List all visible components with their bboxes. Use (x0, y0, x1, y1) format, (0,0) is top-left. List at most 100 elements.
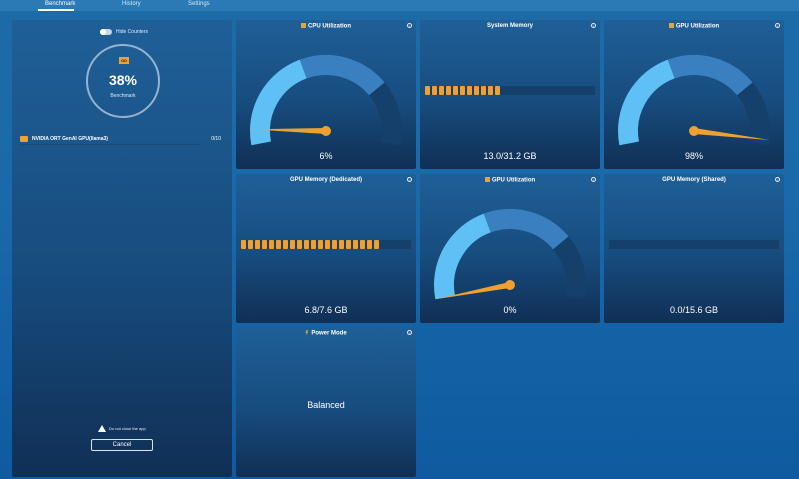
cancel-button[interactable]: Cancel (91, 439, 153, 451)
gpu-memory-dedicated-value: 6.8/7.6 GB (304, 305, 348, 315)
gauge-segment-high (736, 82, 770, 146)
memory-block (474, 86, 479, 95)
memory-block (339, 240, 344, 249)
gpu-memory-shared-title: GPU Memory (Shared) (662, 177, 726, 183)
model-row: NVIDIA ORT GenAI GPU(llama3) 0/10 (20, 135, 225, 144)
gpu-memory-shared-track (609, 240, 779, 249)
cpu-card-title: CPU Utilization (236, 23, 416, 30)
memory-block (283, 240, 288, 249)
hide-counters-toggle-row: Hide Counters (100, 28, 148, 36)
memory-block (332, 240, 337, 249)
gpu-card-title: GPU Utilization (604, 23, 784, 30)
benchmark-panel: Hide Counters OD 38% Benchmark NVIDIA OR… (12, 20, 232, 477)
memory-block (467, 86, 472, 95)
gauge-segment-mid (667, 55, 753, 96)
power-mode-card: Power Mode i Balanced (236, 327, 416, 477)
gpu-value: 98% (684, 151, 703, 161)
memory-block (360, 240, 365, 249)
tab-settings[interactable]: Settings (188, 1, 210, 7)
memory-block (325, 240, 330, 249)
gauge-segment-mid (299, 55, 385, 96)
memory-block (353, 240, 358, 249)
folder-icon (20, 136, 28, 142)
gpu-memory-dedicated-card: GPU Memory (Dedicated) i 6.8/7.6 GB (236, 174, 416, 323)
system-memory-bar (425, 86, 500, 95)
memory-block (481, 86, 486, 95)
warning-text: Do not close the app (109, 426, 146, 431)
model-progress-count: 0/10 (211, 136, 221, 142)
memory-block (374, 240, 379, 249)
hide-counters-toggle[interactable] (100, 29, 112, 35)
cpu-gauge (250, 55, 402, 146)
gauge-hub (689, 126, 699, 136)
memory-block (262, 240, 267, 249)
memory-block (439, 86, 444, 95)
model-name: NVIDIA ORT GenAI GPU(llama3) (32, 136, 108, 142)
gpu-card-title-2: GPU Utilization (420, 177, 600, 184)
hide-counters-label: Hide Counters (116, 29, 148, 35)
gauge-segment-high (552, 236, 586, 300)
gpu-memory-shared-value: 0.0/15.6 GB (669, 305, 719, 315)
gauge-hub (321, 126, 331, 136)
info-icon[interactable]: i (407, 23, 412, 28)
gpu-utilization-card: GPU Utilization i 98% (604, 20, 784, 169)
gpu-value-2: 0% (503, 305, 517, 315)
info-icon[interactable]: i (775, 23, 780, 28)
memory-block (318, 240, 323, 249)
gpu-gauge-2 (434, 209, 586, 300)
info-icon[interactable]: i (407, 330, 412, 335)
memory-block (269, 240, 274, 249)
benchmark-progress-ring: OD 38% Benchmark (86, 44, 160, 118)
memory-block (495, 86, 500, 95)
memory-block (290, 240, 295, 249)
gpu-memory-shared-card: GPU Memory (Shared) i 0.0/15.6 GB (604, 174, 784, 323)
power-mode-title: Power Mode (236, 330, 416, 337)
info-icon[interactable]: i (591, 23, 596, 28)
memory-block (432, 86, 437, 95)
warning-icon (98, 425, 106, 432)
system-memory-value: 13.0/31.2 GB (483, 151, 537, 161)
memory-block (367, 240, 372, 249)
gpu-memory-dedicated-title: GPU Memory (Dedicated) (289, 177, 362, 183)
gauge-segment-high (368, 82, 402, 146)
gpu-chip-icon (668, 23, 674, 28)
memory-block (248, 240, 253, 249)
memory-block (446, 86, 451, 95)
memory-block (255, 240, 260, 249)
memory-block (460, 86, 465, 95)
gpu-memory-dedicated-bar (241, 240, 379, 249)
memory-block (488, 86, 493, 95)
memory-block (241, 240, 246, 249)
active-tab-indicator (38, 9, 74, 11)
cpu-utilization-card: CPU Utilization i 6% (236, 20, 416, 169)
info-icon[interactable]: i (407, 177, 412, 182)
memory-block (346, 240, 351, 249)
gpu-chip-icon (484, 177, 490, 182)
system-memory-card: System Memory i 13.0/31.2 GB (420, 20, 600, 169)
memory-block (304, 240, 309, 249)
top-nav: Benchmark History Settings (0, 0, 799, 11)
cpu-value: 6% (319, 151, 333, 161)
power-mode-value: Balanced (307, 400, 345, 410)
memory-block (453, 86, 458, 95)
gauge-hub (505, 280, 515, 290)
info-icon[interactable]: i (775, 177, 780, 182)
tab-history[interactable]: History (122, 1, 141, 7)
gpu-gauge (618, 55, 770, 146)
tab-benchmark[interactable]: Benchmark (45, 1, 75, 7)
benchmark-score: 38% (108, 72, 138, 88)
info-icon[interactable]: i (591, 177, 596, 182)
memory-block (297, 240, 302, 249)
bolt-icon (305, 330, 309, 335)
gauge-segment-low (434, 213, 492, 300)
system-memory-title: System Memory (486, 23, 534, 29)
memory-block (425, 86, 430, 95)
memory-block (311, 240, 316, 249)
gauge-segment-low (250, 59, 308, 146)
benchmark-score-label: Benchmark (110, 93, 136, 99)
od-badge-icon: OD (119, 57, 129, 64)
gauge-segment-low (618, 59, 676, 146)
model-progress-bar (20, 144, 200, 145)
warning-row: Do not close the app (98, 425, 146, 432)
memory-block (276, 240, 281, 249)
